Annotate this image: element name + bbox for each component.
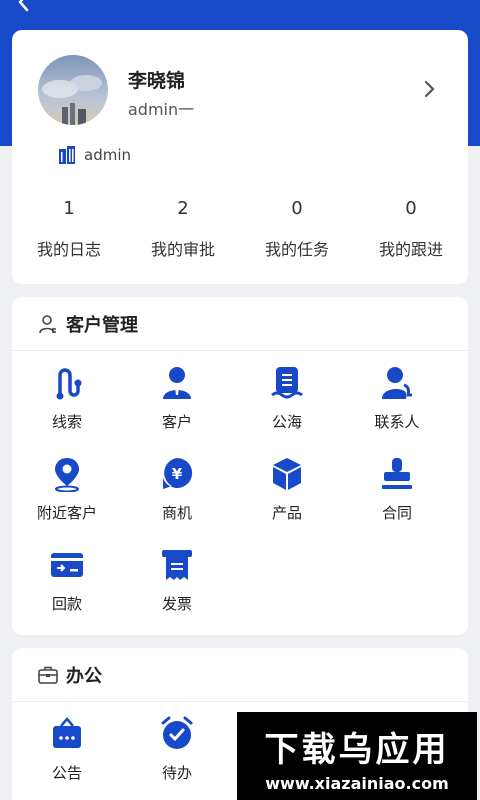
- customer-management-section: 客户管理 线索 客户 公海 联系人 附近客户 ¥ 商机 产品 合同 回款 发票: [12, 297, 468, 635]
- product-box-icon: [273, 458, 301, 490]
- customer-icon: [163, 367, 191, 399]
- menu-item-invoice[interactable]: 发票: [122, 543, 232, 634]
- public-sea-icon: [271, 367, 303, 399]
- menu-item-contact[interactable]: 联系人: [342, 361, 452, 452]
- menu-item-payment[interactable]: 回款: [12, 543, 122, 634]
- watermark-logo: 下载乌应用 www.xiazainiao.com: [237, 712, 477, 800]
- stat-value: 0: [405, 198, 417, 219]
- user-name: 李晓锦: [128, 70, 186, 92]
- section-header: 办公: [12, 648, 468, 702]
- building-icon: [59, 146, 75, 164]
- menu-item-todo[interactable]: 待办: [122, 712, 232, 800]
- location-pin-icon: [55, 458, 79, 492]
- contact-icon: [382, 367, 412, 399]
- stats-row: 1 我的日志 2 我的审批 0 我的任务 0 我的跟进: [12, 198, 468, 260]
- menu-item-label: 产品: [271, 504, 302, 522]
- watermark-title: 下载乌应用: [264, 730, 450, 770]
- menu-item-label: 附近客户: [36, 504, 97, 522]
- avatar[interactable]: [38, 55, 108, 125]
- contract-stamp-icon: [382, 458, 412, 489]
- org-name: admin: [84, 146, 131, 164]
- menu-item-announcement[interactable]: 公告: [12, 712, 122, 800]
- menu-item-label: 客户: [161, 413, 192, 431]
- user-role: admin一: [128, 100, 195, 119]
- stat-label: 我的审批: [150, 240, 215, 259]
- menu-item-customer[interactable]: 客户: [122, 361, 232, 452]
- stat-my-log[interactable]: 1 我的日志: [12, 198, 126, 260]
- menu-item-label: 待办: [161, 764, 192, 782]
- menu-item-product[interactable]: 产品: [232, 452, 342, 543]
- menu-item-label: 线索: [51, 413, 82, 431]
- organization: admin: [58, 146, 131, 164]
- invoice-icon: [162, 550, 192, 580]
- clue-icon: [56, 368, 82, 400]
- stat-value: 0: [291, 198, 303, 219]
- stat-my-approval[interactable]: 2 我的审批: [126, 198, 240, 260]
- todo-clock-icon: [161, 716, 193, 749]
- chevron-right-icon[interactable]: [422, 80, 438, 98]
- profile-card[interactable]: 李晓锦 admin一 admin 1 我的日志 2 我的审批 0 我的任务 0 …: [12, 30, 468, 284]
- watermark-url: www.xiazainiao.com: [265, 774, 449, 793]
- svg-text:¥: ¥: [172, 465, 183, 483]
- briefcase-icon: [38, 666, 58, 684]
- menu-item-nearby-customer[interactable]: 附近客户: [12, 452, 122, 543]
- menu-item-label: 合同: [381, 504, 412, 522]
- stat-label: 我的任务: [264, 240, 329, 259]
- stat-label: 我的日志: [36, 240, 101, 259]
- stat-my-followup[interactable]: 0 我的跟进: [354, 198, 468, 260]
- menu-item-label: 回款: [51, 595, 82, 613]
- menu-item-business-opportunity[interactable]: ¥ 商机: [122, 452, 232, 543]
- menu-item-label: 公告: [51, 764, 82, 782]
- payment-card-icon: [51, 553, 83, 577]
- section-header: 客户管理: [12, 297, 468, 351]
- menu-item-label: 商机: [161, 504, 192, 522]
- stat-my-task[interactable]: 0 我的任务: [240, 198, 354, 260]
- announcement-icon: [53, 717, 81, 748]
- menu-item-label: 公海: [271, 413, 302, 431]
- business-opportunity-icon: ¥: [163, 457, 193, 489]
- stat-value: 1: [63, 198, 75, 219]
- person-outline-icon: [39, 314, 56, 333]
- menu-item-label: 联系人: [374, 413, 420, 431]
- back-arrow-icon[interactable]: [14, 0, 34, 12]
- section-title: 办公: [66, 665, 102, 687]
- stat-label: 我的跟进: [378, 240, 443, 259]
- stat-value: 2: [177, 198, 189, 219]
- menu-item-contract[interactable]: 合同: [342, 452, 452, 543]
- menu-item-clue[interactable]: 线索: [12, 361, 122, 452]
- section-title: 客户管理: [66, 314, 138, 336]
- menu-item-public-sea[interactable]: 公海: [232, 361, 342, 452]
- menu-item-label: 发票: [161, 595, 192, 613]
